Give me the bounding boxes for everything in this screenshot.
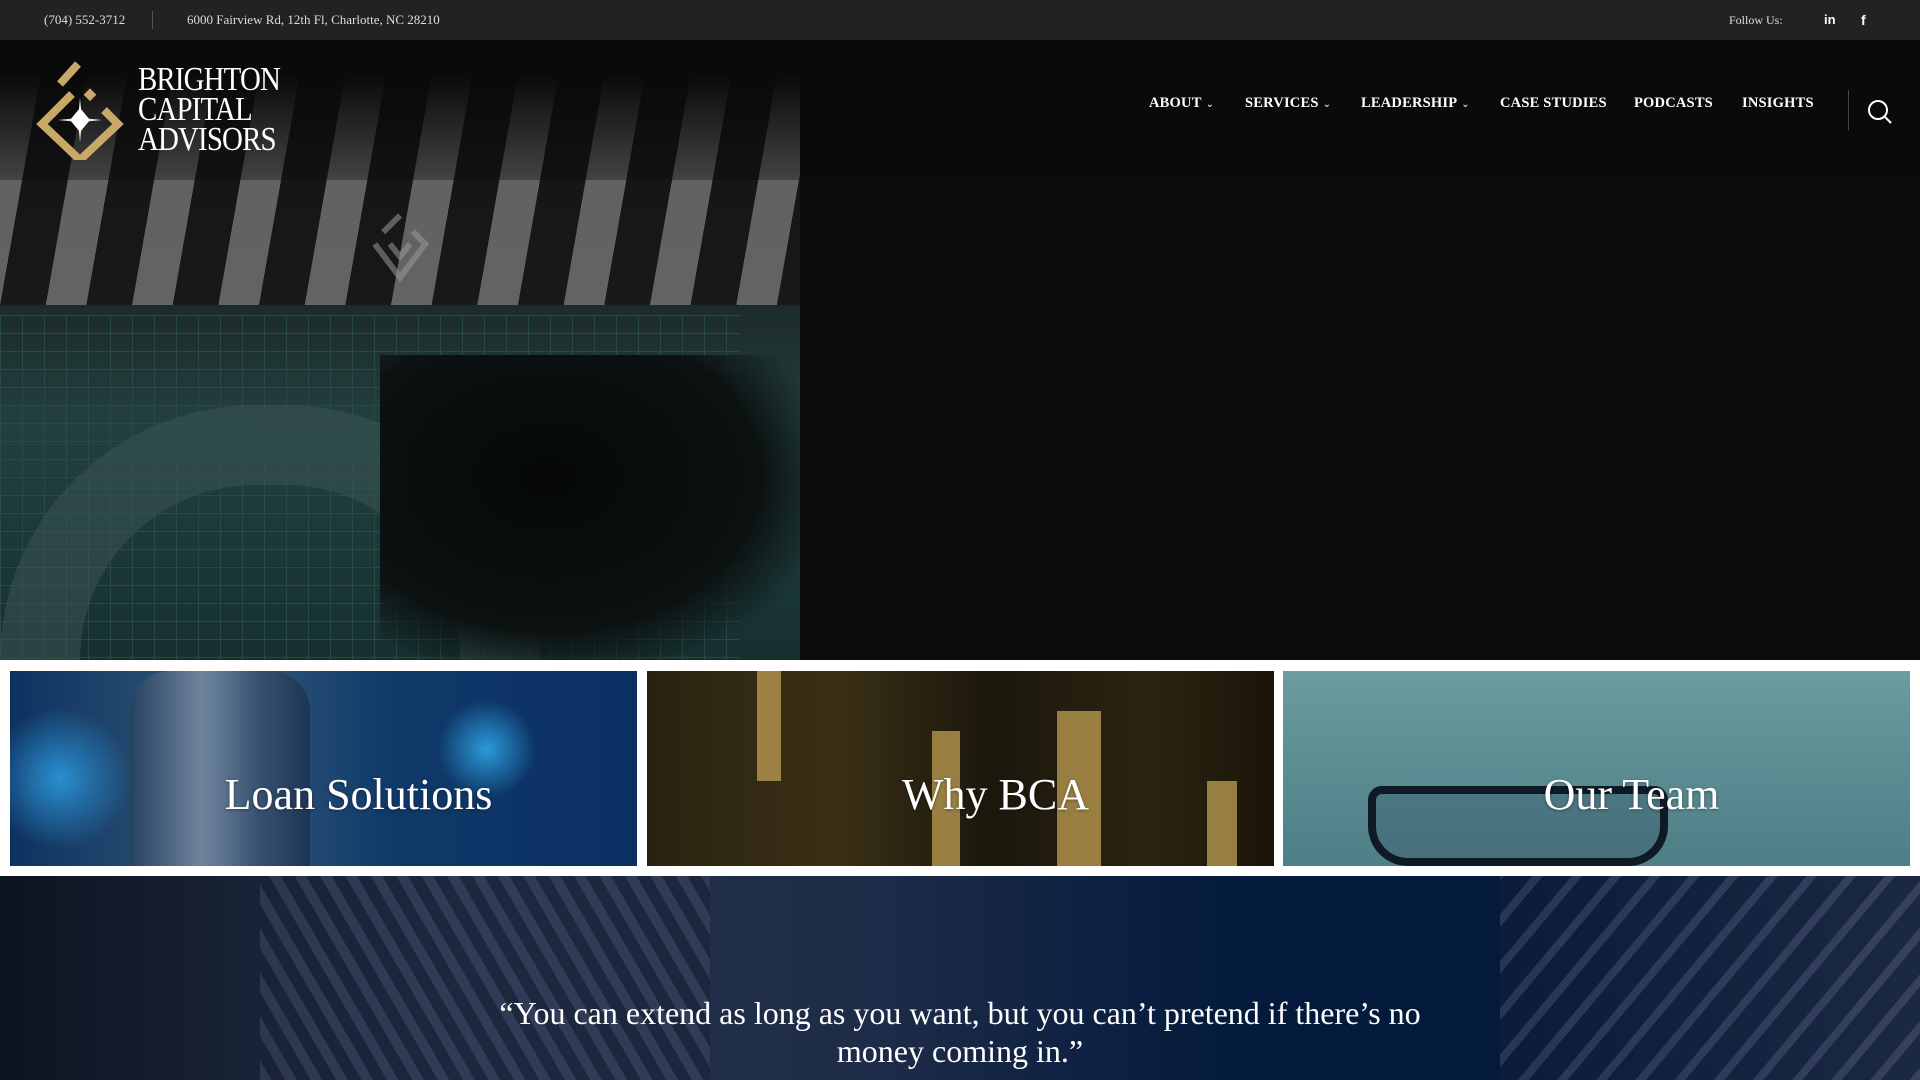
nav-label: CASE STUDIES [1500, 94, 1607, 111]
nav-podcasts[interactable]: PODCASTS [1634, 95, 1713, 112]
nav-label: INSIGHTS [1742, 94, 1814, 111]
logo-wordmark: BRIGHTON CAPITAL ADVISORS [138, 63, 281, 158]
chevron-down-icon: ⌄ [1461, 98, 1470, 110]
nav-about[interactable]: ABOUT ⌄ [1149, 95, 1214, 112]
facebook-icon[interactable]: f [1861, 12, 1866, 28]
nav-insights[interactable]: INSIGHTS [1742, 95, 1814, 112]
nav-label: SERVICES [1245, 94, 1319, 111]
logo-diamond-icon [36, 61, 124, 160]
card-title: Loan Solutions [224, 770, 493, 819]
search-icon[interactable] [1866, 98, 1894, 126]
chevron-down-icon: ⌄ [1205, 98, 1215, 110]
quote-section: “You can extend as long as you want, but… [0, 876, 1920, 1080]
quote-text: “You can extend as long as you want, but… [499, 995, 1421, 1069]
chevron-down-icon: ⌄ [1322, 98, 1332, 110]
nav-divider [1848, 90, 1849, 130]
watermark-logo-icon [372, 213, 430, 283]
card-title: Our Team [1543, 770, 1720, 819]
logo-line: ADVISORS [138, 121, 277, 158]
logo[interactable]: BRIGHTON CAPITAL ADVISORS [30, 60, 305, 160]
divider [152, 11, 153, 29]
nav-case-studies[interactable]: CASE STUDIES [1500, 95, 1607, 112]
nav-label: PODCASTS [1634, 94, 1713, 111]
feature-cards: Loan Solutions Why BCA Our Team [0, 660, 1920, 876]
card-title: Why BCA [902, 770, 1089, 819]
top-bar: (704) 552-3712 6000 Fairview Rd, 12th Fl… [0, 0, 1920, 40]
nav-label: ABOUT [1149, 94, 1202, 111]
card-loan-solutions[interactable]: Loan Solutions [10, 671, 637, 866]
linkedin-icon[interactable]: in [1824, 12, 1836, 27]
phone-link[interactable]: (704) 552-3712 [44, 12, 125, 28]
card-why-bca[interactable]: Why BCA [647, 671, 1274, 866]
follow-us-label: Follow Us: [1729, 12, 1783, 27]
address-link[interactable]: 6000 Fairview Rd, 12th Fl, Charlotte, NC… [187, 12, 440, 28]
nav-services[interactable]: SERVICES ⌄ [1245, 95, 1331, 112]
card-our-team[interactable]: Our Team [1283, 671, 1910, 866]
nav-leadership[interactable]: LEADERSHIP ⌄ [1361, 95, 1470, 112]
nav-label: LEADERSHIP [1361, 94, 1458, 111]
